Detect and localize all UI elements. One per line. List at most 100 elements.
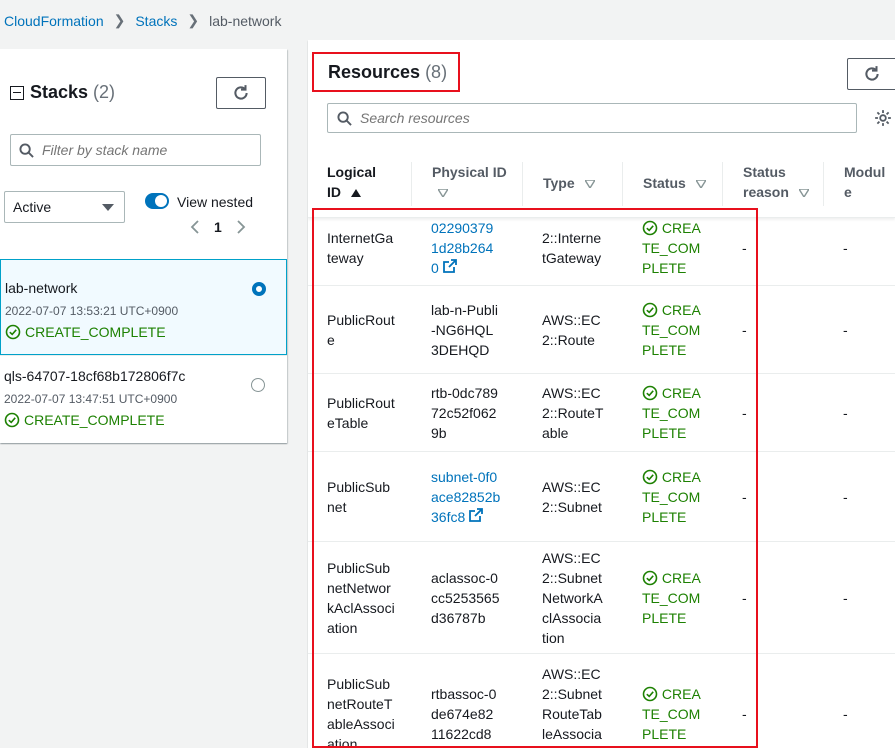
stacks-panel: Stacks (2) Active View nested 1 lab-netw… [0, 49, 287, 443]
breadcrumb: CloudFormation ❯ Stacks ❯ lab-network [4, 12, 281, 29]
stack-date: 2022-07-07 13:47:51 UTC+0900 [4, 392, 178, 406]
stack-item[interactable]: lab-network 2022-07-07 13:53:21 UTC+0900… [0, 259, 287, 355]
stack-status-select[interactable]: Active [4, 191, 125, 223]
resources-title: Resources [328, 61, 421, 82]
col-module[interactable]: Module [844, 162, 889, 202]
sort-icon [438, 189, 448, 198]
stack-name: qls-64707-18cf68b172806f7c [4, 368, 186, 384]
view-nested-toggle[interactable] [145, 193, 169, 209]
status-reason: - [742, 404, 747, 421]
resource-type: 2::InternetGateway [542, 229, 602, 266]
stacks-count: (2) [93, 82, 116, 102]
chevron-right-icon: ❯ [113, 12, 126, 28]
stack-select-radio[interactable] [252, 282, 266, 296]
gear-icon[interactable] [874, 109, 892, 127]
stack-status: CREATE_COMPLETE [5, 324, 166, 340]
external-link-icon [469, 507, 484, 522]
resource-status: CREATE_COMPLETE [642, 301, 701, 358]
check-circle-icon [642, 385, 658, 400]
stack-status: CREATE_COMPLETE [4, 412, 165, 428]
table-row[interactable]: PublicSubnetNetworkAclAssociation aclass… [308, 542, 895, 654]
logical-id: PublicSubnetNetworkAclAssociation [327, 559, 395, 636]
table-row[interactable]: PublicSubnet subnet-0f0ace82852b36fc8 AW… [308, 452, 895, 542]
resources-refresh-button[interactable] [847, 58, 895, 90]
collapse-icon[interactable] [10, 85, 24, 100]
stack-filter-input[interactable] [10, 134, 261, 166]
check-circle-icon [4, 412, 20, 428]
sort-icon [695, 180, 706, 189]
physical-id: rtb-0dc78972c52f0629b [431, 384, 498, 441]
sort-icon [798, 189, 809, 198]
view-nested-label: View nested [177, 194, 254, 210]
logical-id: PublicRouteTable [327, 394, 395, 431]
stacks-title: Stacks [30, 82, 89, 102]
table-header: Logical ID Physical ID Type Status Statu… [308, 152, 895, 218]
resource-status: CREATE_COMPLETE [642, 219, 701, 276]
breadcrumb-current: lab-network [209, 12, 282, 29]
status-reason: - [742, 589, 747, 606]
physical-id-link[interactable]: 022903791d28b2640 [431, 218, 501, 278]
external-link-icon [442, 258, 457, 273]
table-row[interactable]: PublicRouteTable rtb-0dc78972c52f0629b A… [308, 374, 895, 452]
check-circle-icon [642, 302, 658, 317]
physical-id: aclassoc-0cc5253565d36787b [431, 569, 500, 626]
resource-status: CREATE_COMPLETE [642, 569, 701, 626]
stack-name: lab-network [5, 280, 78, 296]
stack-status-text: CREATE_COMPLETE [24, 412, 165, 428]
col-status-reason[interactable]: Status reason [743, 162, 823, 202]
module: - [843, 239, 848, 256]
check-circle-icon [642, 570, 658, 585]
caret-down-icon [102, 203, 114, 211]
status-reason: - [742, 321, 747, 338]
search-icon [19, 142, 34, 158]
table-row[interactable]: InternetGateway 022903791d28b2640 2::Int… [308, 210, 895, 286]
col-type[interactable]: Type [543, 173, 595, 193]
resource-type: AWS::EC2::Route [542, 311, 601, 348]
search-icon [337, 110, 352, 126]
logical-id: PublicSubnet [327, 478, 391, 515]
resource-type: AWS::EC2::SubnetNetworkAclAssociation [542, 549, 603, 646]
table-row[interactable]: PublicSubnetRouteTableAssociation rtbass… [308, 654, 895, 748]
stack-date: 2022-07-07 13:53:21 UTC+0900 [5, 304, 179, 318]
stack-item[interactable]: qls-64707-18cf68b172806f7c 2022-07-07 13… [0, 355, 287, 443]
logical-id: InternetGateway [327, 229, 394, 266]
resources-count: (8) [425, 61, 448, 82]
check-circle-icon [5, 324, 21, 340]
resource-search-input[interactable] [327, 103, 857, 133]
stack-select-radio[interactable] [251, 378, 265, 392]
breadcrumb-stacks[interactable]: Stacks [135, 13, 177, 29]
breadcrumb-cloudformation[interactable]: CloudFormation [4, 13, 104, 29]
physical-id: rtbassoc-0de674e8211622cd8 [431, 685, 497, 742]
chevron-left-icon[interactable] [190, 219, 200, 235]
status-reason: - [742, 705, 747, 722]
stack-filter-field[interactable] [42, 142, 242, 158]
table-row[interactable]: PublicRoute lab-n-Publi-NG6HQL3DEHQD AWS… [308, 286, 895, 374]
chevron-right-icon: ❯ [187, 12, 200, 28]
resources-header: Resources (8) [312, 52, 460, 92]
module: - [843, 404, 848, 421]
stacks-header: Stacks (2) [10, 82, 115, 103]
stacks-refresh-button[interactable] [216, 77, 266, 109]
logical-id: PublicSubnetRouteTableAssociation [327, 675, 395, 748]
resources-panel: Resources (8) Logical ID Physical ID Typ… [308, 40, 895, 748]
page-number[interactable]: 1 [214, 219, 222, 235]
col-status[interactable]: Status [643, 173, 706, 193]
stack-status-text: CREATE_COMPLETE [25, 324, 166, 340]
stack-status-select-value: Active [13, 199, 52, 215]
resource-search-field[interactable] [360, 110, 820, 126]
check-circle-icon [642, 220, 658, 235]
col-logical-id[interactable]: Logical ID [327, 162, 377, 202]
resource-status: CREATE_COMPLETE [642, 384, 701, 441]
pagination: 1 [190, 219, 246, 235]
physical-id-link[interactable]: subnet-0f0ace82852b36fc8 [431, 467, 501, 527]
col-physical-id[interactable]: Physical ID [432, 162, 512, 202]
status-reason: - [742, 488, 747, 505]
resource-type: AWS::EC2::Subnet [542, 478, 602, 515]
sort-asc-icon [350, 189, 361, 198]
check-circle-icon [642, 469, 658, 484]
resource-status: CREATE_COMPLETE [642, 468, 701, 525]
chevron-right-icon[interactable] [236, 219, 246, 235]
refresh-icon [234, 85, 248, 100]
sort-icon [584, 180, 595, 189]
resource-status: CREATE_COMPLETE [642, 685, 701, 742]
